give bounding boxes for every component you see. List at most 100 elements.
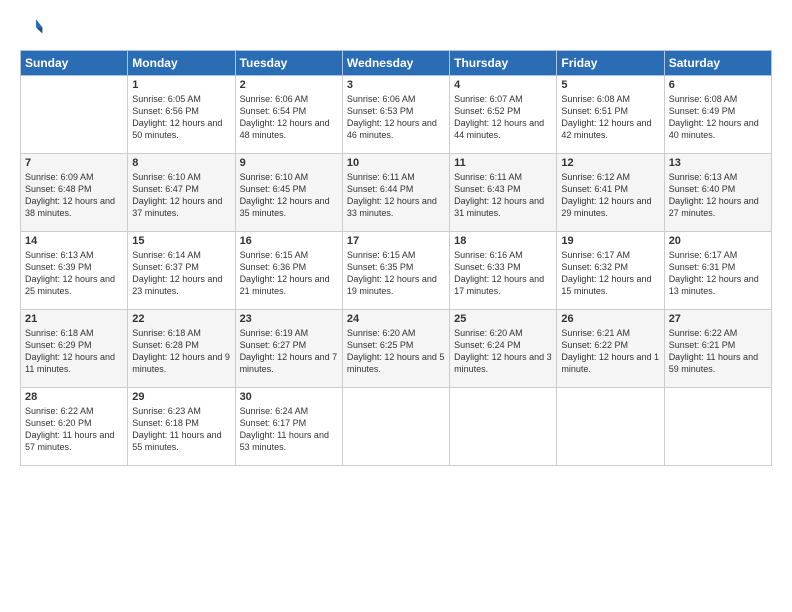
header [20, 16, 772, 40]
calendar-cell: 20 Sunrise: 6:17 AM Sunset: 6:31 PM Dayli… [664, 232, 771, 310]
day-number: 19 [561, 235, 659, 247]
calendar-cell: 7Sunrise: 6:09 AM Sunset: 6:48 PM Daylig… [21, 154, 128, 232]
day-number: 15 [132, 235, 230, 247]
calendar-cell: 17 Sunrise: 6:15 AM Sunset: 6:35 PM Dayli… [342, 232, 449, 310]
calendar-cell: 25 Sunrise: 6:20 AM Sunset: 6:24 PM Dayli… [450, 310, 557, 388]
calendar-cell [450, 388, 557, 466]
day-number: 18 [454, 235, 552, 247]
calendar-cell: 24 Sunrise: 6:20 AM Sunset: 6:25 PM Dayli… [342, 310, 449, 388]
cell-content: Sunrise: 6:11 AM Sunset: 6:44 PM Dayligh… [347, 171, 445, 220]
day-number: 29 [132, 391, 230, 403]
cell-content: Sunrise: 6:16 AM Sunset: 6:33 PM Dayligh… [454, 249, 552, 298]
day-number: 25 [454, 313, 552, 325]
calendar-cell: 22 Sunrise: 6:18 AM Sunset: 6:28 PM Dayli… [128, 310, 235, 388]
calendar-cell: 28 Sunrise: 6:22 AM Sunset: 6:20 PM Dayli… [21, 388, 128, 466]
cell-content: Sunrise: 6:10 AM Sunset: 6:47 PM Dayligh… [132, 171, 230, 220]
col-header-wednesday: Wednesday [342, 51, 449, 76]
col-header-sunday: Sunday [21, 51, 128, 76]
calendar-cell: 21Sunrise: 6:18 AM Sunset: 6:29 PM Dayli… [21, 310, 128, 388]
calendar-cell [664, 388, 771, 466]
cell-content: Sunrise: 6:08 AM Sunset: 6:49 PM Dayligh… [669, 93, 767, 142]
day-number: 28 [25, 391, 123, 403]
calendar-week-3: 14Sunrise: 6:13 AM Sunset: 6:39 PM Dayli… [21, 232, 772, 310]
cell-content: Sunrise: 6:22 AM Sunset: 6:21 PM Dayligh… [669, 327, 767, 376]
calendar-cell: 27 Sunrise: 6:22 AM Sunset: 6:21 PM Dayli… [664, 310, 771, 388]
cell-content: Sunrise: 6:20 AM Sunset: 6:24 PM Dayligh… [454, 327, 552, 376]
cell-content: Sunrise: 6:23 AM Sunset: 6:18 PM Dayligh… [132, 405, 230, 454]
day-number: 26 [561, 313, 659, 325]
calendar-cell: 19 Sunrise: 6:17 AM Sunset: 6:32 PM Dayli… [557, 232, 664, 310]
calendar-week-4: 21Sunrise: 6:18 AM Sunset: 6:29 PM Dayli… [21, 310, 772, 388]
calendar-cell: 26 Sunrise: 6:21 AM Sunset: 6:22 PM Dayli… [557, 310, 664, 388]
calendar-cell: 5Sunrise: 6:08 AM Sunset: 6:51 PM Daylig… [557, 76, 664, 154]
day-number: 5 [561, 79, 659, 91]
cell-content: Sunrise: 6:13 AM Sunset: 6:40 PM Dayligh… [669, 171, 767, 220]
day-number: 3 [347, 79, 445, 91]
col-header-friday: Friday [557, 51, 664, 76]
cell-content: Sunrise: 6:22 AM Sunset: 6:20 PM Dayligh… [25, 405, 123, 454]
calendar-cell: 30Sunrise: 6:24 AM Sunset: 6:17 PM Dayli… [235, 388, 342, 466]
day-number: 23 [240, 313, 338, 325]
day-number: 7 [25, 157, 123, 169]
day-number: 30 [240, 391, 338, 403]
day-number: 6 [669, 79, 767, 91]
calendar-cell: 3 Sunrise: 6:06 AM Sunset: 6:53 PM Daylig… [342, 76, 449, 154]
col-header-thursday: Thursday [450, 51, 557, 76]
logo [20, 16, 48, 40]
calendar-cell: 4 Sunrise: 6:07 AM Sunset: 6:52 PM Daylig… [450, 76, 557, 154]
day-number: 14 [25, 235, 123, 247]
cell-content: Sunrise: 6:06 AM Sunset: 6:54 PM Dayligh… [240, 93, 338, 142]
cell-content: Sunrise: 6:20 AM Sunset: 6:25 PM Dayligh… [347, 327, 445, 376]
day-number: 17 [347, 235, 445, 247]
day-number: 13 [669, 157, 767, 169]
day-number: 27 [669, 313, 767, 325]
cell-content: Sunrise: 6:17 AM Sunset: 6:31 PM Dayligh… [669, 249, 767, 298]
calendar-cell: 15 Sunrise: 6:14 AM Sunset: 6:37 PM Dayli… [128, 232, 235, 310]
col-header-tuesday: Tuesday [235, 51, 342, 76]
day-number: 2 [240, 79, 338, 91]
day-number: 20 [669, 235, 767, 247]
cell-content: Sunrise: 6:07 AM Sunset: 6:52 PM Dayligh… [454, 93, 552, 142]
day-number: 22 [132, 313, 230, 325]
calendar-cell: 23 Sunrise: 6:19 AM Sunset: 6:27 PM Dayli… [235, 310, 342, 388]
cell-content: Sunrise: 6:18 AM Sunset: 6:28 PM Dayligh… [132, 327, 230, 376]
calendar-cell: 13 Sunrise: 6:13 AM Sunset: 6:40 PM Dayli… [664, 154, 771, 232]
day-number: 21 [25, 313, 123, 325]
calendar-cell: 14Sunrise: 6:13 AM Sunset: 6:39 PM Dayli… [21, 232, 128, 310]
cell-content: Sunrise: 6:06 AM Sunset: 6:53 PM Dayligh… [347, 93, 445, 142]
calendar-cell [557, 388, 664, 466]
cell-content: Sunrise: 6:15 AM Sunset: 6:35 PM Dayligh… [347, 249, 445, 298]
calendar-cell: 16Sunrise: 6:15 AM Sunset: 6:36 PM Dayli… [235, 232, 342, 310]
calendar-cell: 8 Sunrise: 6:10 AM Sunset: 6:47 PM Daylig… [128, 154, 235, 232]
cell-content: Sunrise: 6:14 AM Sunset: 6:37 PM Dayligh… [132, 249, 230, 298]
calendar-cell [21, 76, 128, 154]
cell-content: Sunrise: 6:17 AM Sunset: 6:32 PM Dayligh… [561, 249, 659, 298]
day-number: 12 [561, 157, 659, 169]
calendar-cell: 6 Sunrise: 6:08 AM Sunset: 6:49 PM Daylig… [664, 76, 771, 154]
day-number: 8 [132, 157, 230, 169]
logo-icon [20, 16, 44, 40]
col-header-saturday: Saturday [664, 51, 771, 76]
header-row: SundayMondayTuesdayWednesdayThursdayFrid… [21, 51, 772, 76]
day-number: 10 [347, 157, 445, 169]
cell-content: Sunrise: 6:19 AM Sunset: 6:27 PM Dayligh… [240, 327, 338, 376]
day-number: 4 [454, 79, 552, 91]
cell-content: Sunrise: 6:05 AM Sunset: 6:56 PM Dayligh… [132, 93, 230, 142]
cell-content: Sunrise: 6:21 AM Sunset: 6:22 PM Dayligh… [561, 327, 659, 376]
day-number: 11 [454, 157, 552, 169]
calendar-week-2: 7Sunrise: 6:09 AM Sunset: 6:48 PM Daylig… [21, 154, 772, 232]
cell-content: Sunrise: 6:12 AM Sunset: 6:41 PM Dayligh… [561, 171, 659, 220]
calendar-cell [342, 388, 449, 466]
calendar-cell: 1Sunrise: 6:05 AM Sunset: 6:56 PM Daylig… [128, 76, 235, 154]
calendar-cell: 18 Sunrise: 6:16 AM Sunset: 6:33 PM Dayli… [450, 232, 557, 310]
day-number: 24 [347, 313, 445, 325]
calendar-page: SundayMondayTuesdayWednesdayThursdayFrid… [0, 0, 792, 612]
cell-content: Sunrise: 6:11 AM Sunset: 6:43 PM Dayligh… [454, 171, 552, 220]
calendar-cell: 11 Sunrise: 6:11 AM Sunset: 6:43 PM Dayli… [450, 154, 557, 232]
calendar-cell: 9Sunrise: 6:10 AM Sunset: 6:45 PM Daylig… [235, 154, 342, 232]
calendar-table: SundayMondayTuesdayWednesdayThursdayFrid… [20, 50, 772, 466]
day-number: 16 [240, 235, 338, 247]
calendar-cell: 29 Sunrise: 6:23 AM Sunset: 6:18 PM Dayli… [128, 388, 235, 466]
calendar-cell: 2 Sunrise: 6:06 AM Sunset: 6:54 PM Daylig… [235, 76, 342, 154]
col-header-monday: Monday [128, 51, 235, 76]
